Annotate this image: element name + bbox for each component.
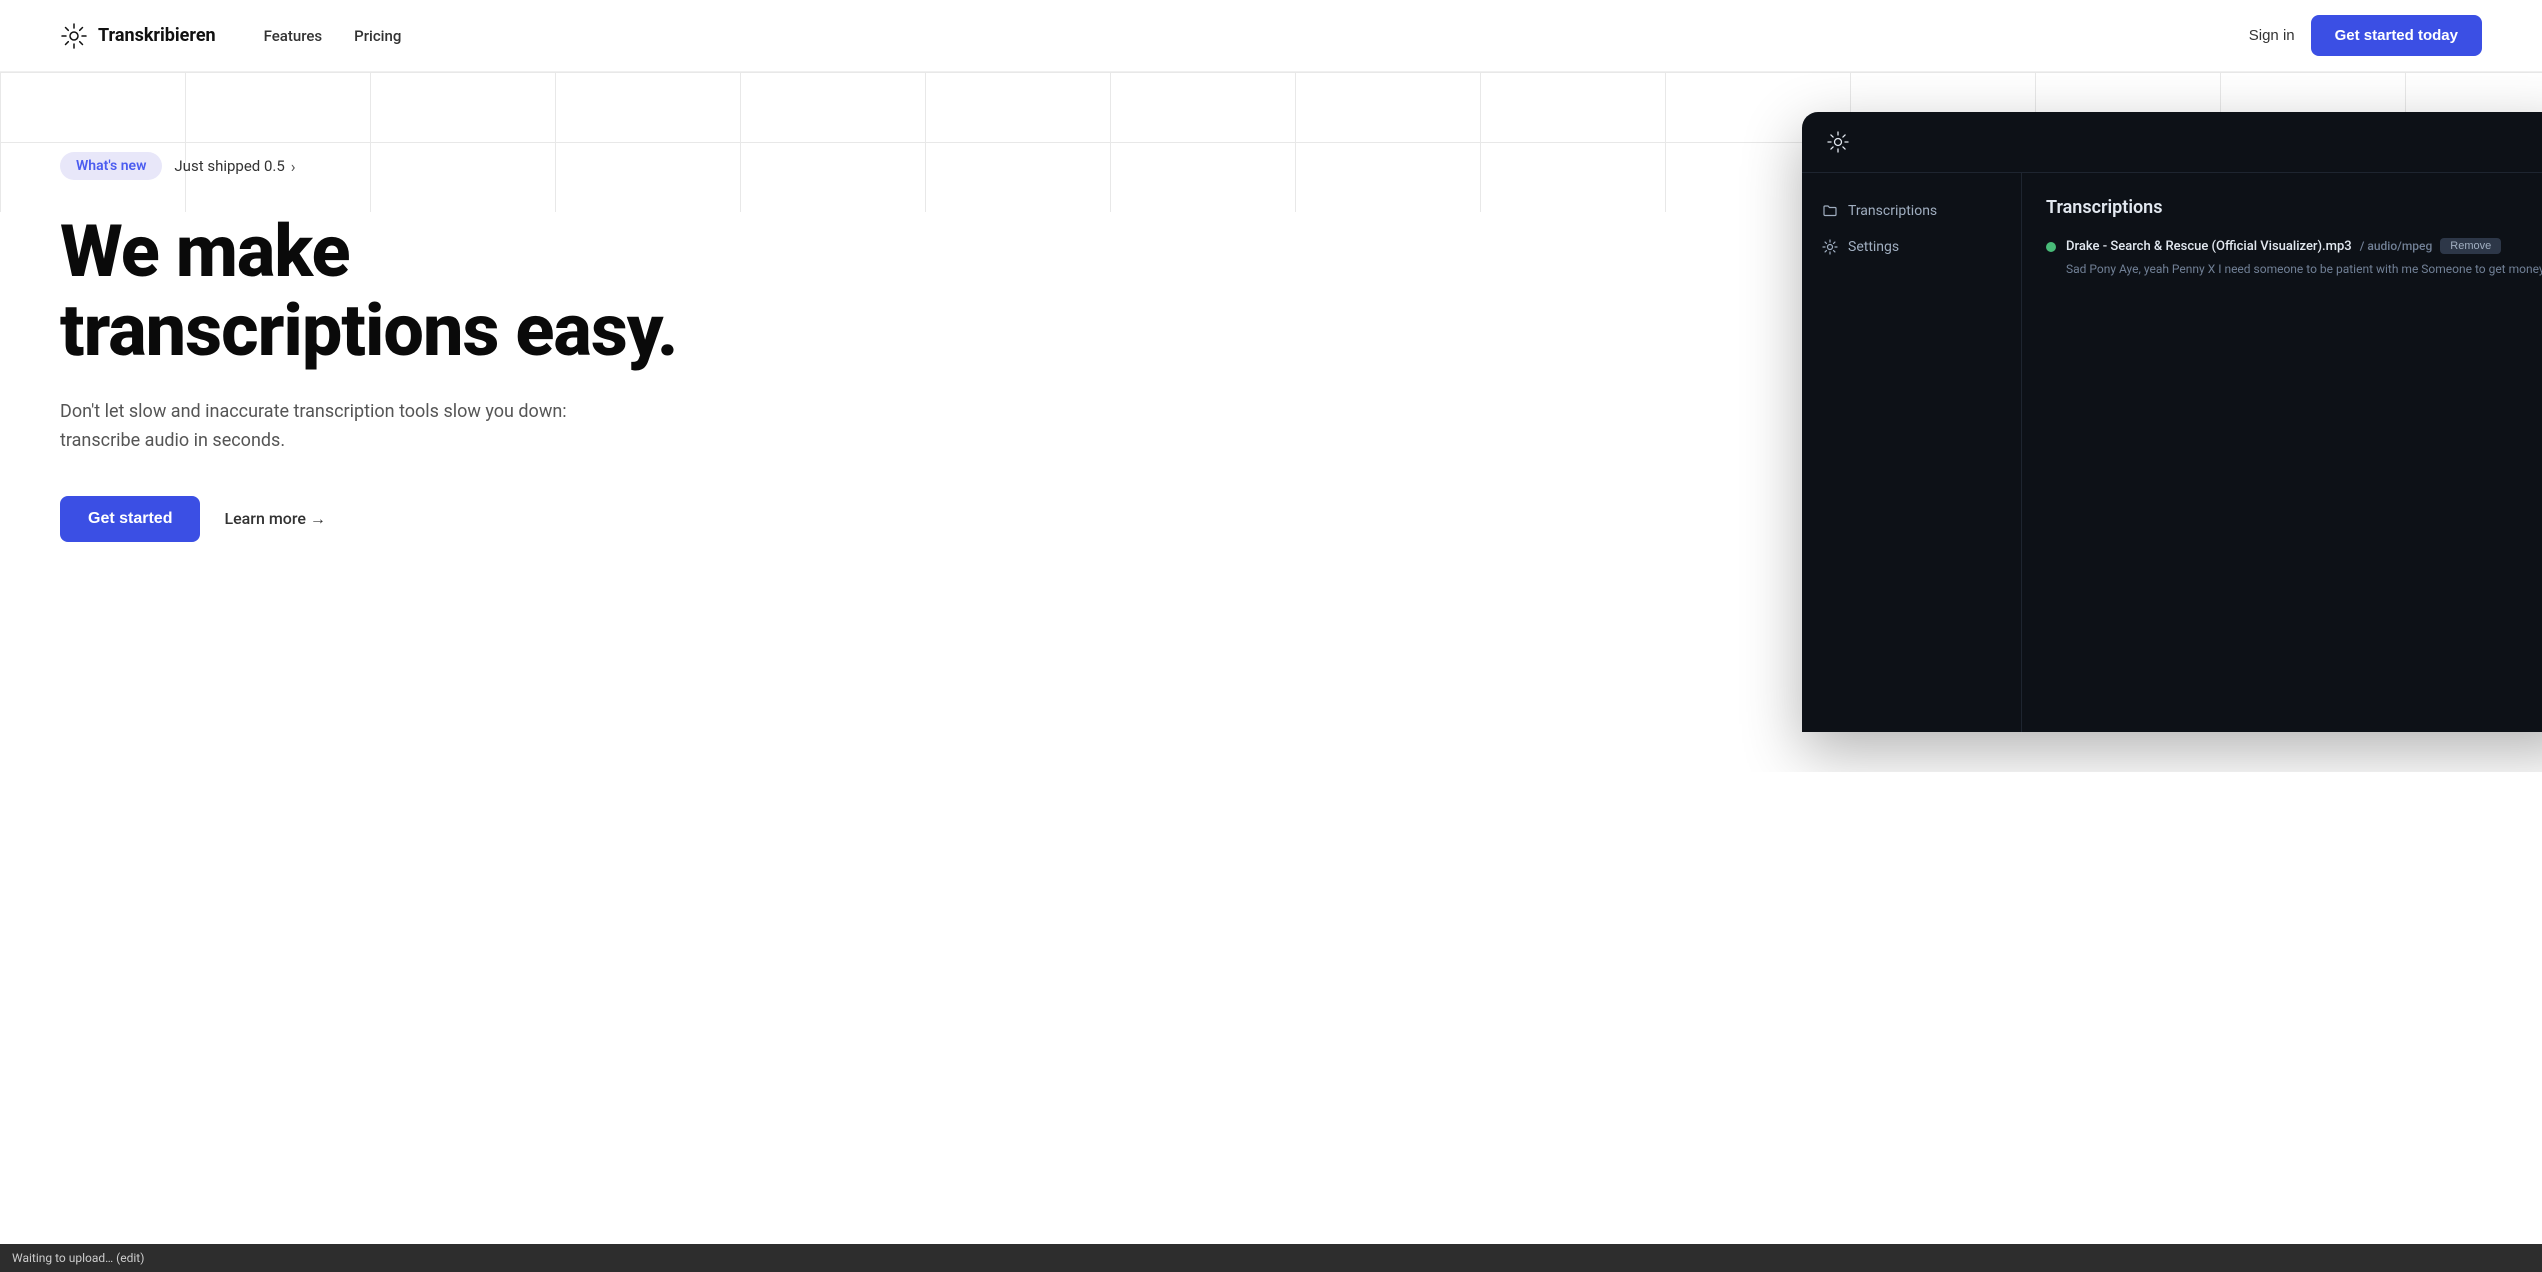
hero-title: We make transcriptions easy.: [60, 212, 760, 370]
sidebar-transcriptions-label: Transcriptions: [1848, 203, 1937, 219]
sidebar-settings-label: Settings: [1848, 239, 1899, 255]
transcription-info: Drake - Search & Rescue (Official Visual…: [2066, 238, 2542, 278]
settings-icon: [1822, 239, 1838, 255]
logo-icon: [60, 22, 88, 50]
nav-features-link[interactable]: Features: [264, 27, 322, 45]
sign-in-button[interactable]: Sign in: [2249, 27, 2295, 44]
app-screenshot: Transcriptions Settings Transcriptions: [1802, 112, 2542, 732]
sidebar-item-settings[interactable]: Settings: [1802, 229, 2021, 265]
transcription-file-name: Drake - Search & Rescue (Official Visual…: [2066, 239, 2352, 254]
app-main-title: Transcriptions: [2046, 197, 2542, 218]
badge-arrow-icon: ›: [291, 157, 296, 176]
logo-link[interactable]: Transkribieren: [60, 22, 216, 50]
status-bar: Waiting to upload… (edit): [0, 1244, 2542, 1272]
nav-links: Features Pricing: [264, 27, 402, 45]
sidebar-item-transcriptions[interactable]: Transcriptions: [1802, 193, 2021, 229]
app-main-content: Transcriptions Drake - Search & Rescue (…: [2022, 173, 2542, 732]
app-sidebar: Transcriptions Settings: [1802, 173, 2022, 732]
app-body: Transcriptions Settings Transcriptions: [1802, 173, 2542, 732]
status-bar-text: Waiting to upload… (edit): [12, 1251, 144, 1265]
hero-content: What's new Just shipped 0.5 › We make tr…: [0, 72, 820, 602]
badge-text: Just shipped 0.5 ›: [174, 157, 295, 176]
hero-actions: Get started Learn more →: [60, 496, 760, 542]
app-header: [1802, 112, 2542, 173]
navbar: Transkribieren Features Pricing Sign in …: [0, 0, 2542, 72]
remove-button[interactable]: Remove: [2440, 238, 2501, 254]
learn-more-link[interactable]: Learn more →: [224, 509, 325, 529]
hero-subtitle: Don't let slow and inaccurate transcript…: [60, 398, 620, 456]
transcription-name-row: Drake - Search & Rescue (Official Visual…: [2066, 238, 2542, 254]
get-started-nav-button[interactable]: Get started today: [2311, 15, 2482, 56]
app-logo-icon: [1826, 130, 1850, 154]
whats-new-tag: What's new: [60, 152, 162, 180]
badge-shipped-text: Just shipped 0.5: [174, 157, 284, 175]
transcription-preview-text: Sad Pony Aye, yeah Penny X I need someon…: [2066, 260, 2542, 278]
transcription-item: Drake - Search & Rescue (Official Visual…: [2046, 238, 2542, 278]
get-started-hero-button[interactable]: Get started: [60, 496, 200, 542]
nav-right: Sign in Get started today: [2249, 15, 2482, 56]
folder-icon: [1822, 203, 1838, 219]
hero-section: What's new Just shipped 0.5 › We make tr…: [0, 72, 2542, 772]
whats-new-badge: What's new Just shipped 0.5 ›: [60, 152, 296, 180]
nav-pricing-link[interactable]: Pricing: [354, 27, 401, 45]
hero-title-line1: We make: [60, 209, 350, 294]
logo-text: Transkribieren: [98, 25, 216, 46]
status-dot-green: [2046, 242, 2056, 252]
hero-title-line2: transcriptions easy.: [60, 288, 677, 373]
transcription-file-type: / audio/mpeg: [2360, 239, 2433, 253]
